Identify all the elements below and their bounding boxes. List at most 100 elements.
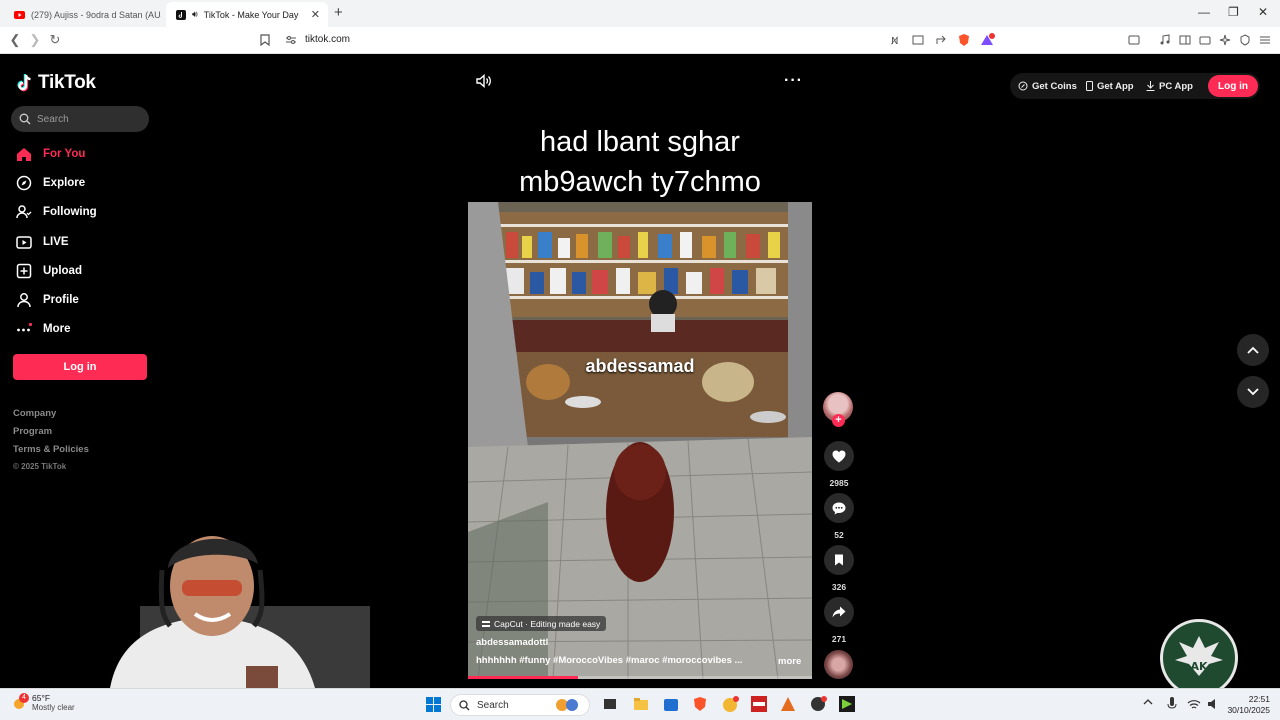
get-app-button[interactable]: Get App [1086,78,1134,94]
url-field[interactable]: tiktok.com [305,34,350,45]
reload-button[interactable]: ↻ [47,32,63,48]
minimize-button[interactable]: — [1198,5,1210,19]
back-button[interactable]: ❮ [7,32,23,48]
video-player[interactable]: abdessamad CapCut · Editing made easy ab… [468,202,812,679]
follow-plus-icon[interactable]: + [832,414,845,427]
site-info-icon[interactable] [283,32,299,48]
tab-tiktok[interactable]: 🔊︎ TikTok - Make Your Day ✕ [166,2,328,27]
video-progress-bar[interactable] [468,676,812,679]
footer-link-terms[interactable]: Terms & Policies [13,444,89,455]
cast-icon[interactable] [911,33,925,47]
menu-icon[interactable] [1258,33,1272,47]
copyright-text: © 2025 TikTok [13,462,67,471]
streamer-webcam-image [110,536,370,688]
profile-icon [16,292,32,308]
windows-start-icon[interactable] [426,697,443,714]
get-coins-label: Get Coins [1032,80,1077,92]
previous-video-button[interactable] [1237,334,1269,366]
pc-app-label: PC App [1159,80,1193,92]
sidebar-toggle-icon[interactable] [1178,33,1192,47]
app-icon-1[interactable] [722,696,739,713]
volume-icon[interactable] [476,74,492,88]
more-icon [16,321,32,337]
sidebar-login-button[interactable]: Log in [13,354,147,380]
reader-mode-icon[interactable]: N̸ [890,33,904,47]
more-description-link[interactable]: more [778,656,801,667]
bookmark-save-icon[interactable] [824,545,854,575]
app-icon-2[interactable] [751,696,768,713]
video-caption-overlay: had lbant sghar mb9awch ty7chmo [470,122,810,202]
nav-profile[interactable]: Profile [16,289,79,311]
nav-live[interactable]: LIVE [16,231,69,253]
bookmark-icon[interactable] [257,32,273,48]
weather-widget[interactable]: 4 65°F Mostly clear [12,692,75,712]
vpn-shield-icon[interactable] [1238,33,1252,47]
download-icon [1146,81,1155,91]
capcut-badge[interactable]: CapCut · Editing made easy [476,616,607,631]
top-login-button[interactable]: Log in [1208,75,1258,97]
more-options-icon[interactable]: ··· [784,72,803,90]
brave-browser-icon[interactable] [692,696,709,713]
microphone-icon[interactable] [1166,696,1183,713]
nav-for-you[interactable]: For You [16,143,85,165]
nav-explore[interactable]: Explore [16,172,85,194]
search-icon [19,113,31,125]
get-app-label: Get App [1097,80,1134,92]
pc-app-button[interactable]: PC App [1146,78,1193,94]
notification-badge: 4 [19,692,29,703]
close-tab-icon[interactable]: ✕ [311,8,320,21]
footer-link-company[interactable]: Company [13,408,56,419]
share-arrow-icon[interactable] [824,597,854,627]
leo-ai-icon[interactable] [1218,33,1232,47]
search-input[interactable] [37,113,137,125]
network-icon[interactable] [1186,696,1203,713]
brave-shield-icon[interactable] [957,33,971,47]
app-icon-5[interactable] [839,696,856,713]
nav-upload[interactable]: Upload [16,260,82,282]
home-icon [16,146,32,162]
like-action[interactable]: 2985 [823,441,855,488]
volume-tray-icon[interactable] [1206,696,1223,713]
file-explorer-icon[interactable] [633,696,650,713]
weather-icon: 4 [12,692,29,710]
store-icon[interactable] [663,696,680,713]
nav-label: Following [43,206,97,218]
search-box[interactable] [11,106,149,132]
footer-link-program[interactable]: Program [13,426,52,437]
music-note-icon[interactable] [1158,33,1172,47]
save-action[interactable]: 326 [823,545,855,592]
app-icon-3[interactable] [780,696,797,713]
close-window-button[interactable]: ✕ [1258,5,1268,19]
system-clock[interactable]: 22:51 30/10/2025 [1226,694,1270,716]
app-icon-4[interactable] [810,696,827,713]
comment-icon[interactable] [824,493,854,523]
task-view-icon[interactable] [602,696,619,713]
nav-more[interactable]: More [16,318,70,340]
nav-label: More [43,323,71,335]
restore-button[interactable]: ❐ [1228,5,1239,19]
tab-youtube[interactable]: (279) Aujiss - 9odra d Satan (AUJ TH [4,2,164,27]
get-coins-button[interactable]: Get Coins [1018,78,1077,94]
wallet2-icon[interactable] [1198,33,1212,47]
forward-button[interactable]: ❯ [27,32,43,48]
new-tab-button[interactable]: + [334,4,343,21]
share-icon[interactable] [934,33,948,47]
brave-rewards-icon[interactable] [980,33,995,47]
search-icon [459,699,470,711]
music-disc-icon[interactable] [824,650,853,679]
tiktok-logo[interactable]: TikTok [16,72,96,94]
heart-icon[interactable] [824,441,854,471]
video-hashtags[interactable]: hhhhhhh #funny #MoroccoVibes #maroc #mor… [476,655,766,666]
tray-chevron-icon[interactable] [1143,698,1160,715]
share-action[interactable]: 271 [823,597,855,644]
next-video-button[interactable] [1237,376,1269,408]
taskbar-search[interactable]: Search [450,694,590,716]
comment-action[interactable]: 52 [823,493,855,540]
nav-following[interactable]: Following [16,201,97,223]
weather-temp: 65°F [32,693,51,703]
channel-logo-badge: AK [1160,619,1238,697]
video-author[interactable]: abdessamadottl [476,637,548,648]
wallet-icon[interactable] [1127,33,1141,47]
taskbar-search-label: Search [477,699,509,711]
nav-label: Explore [43,177,86,189]
